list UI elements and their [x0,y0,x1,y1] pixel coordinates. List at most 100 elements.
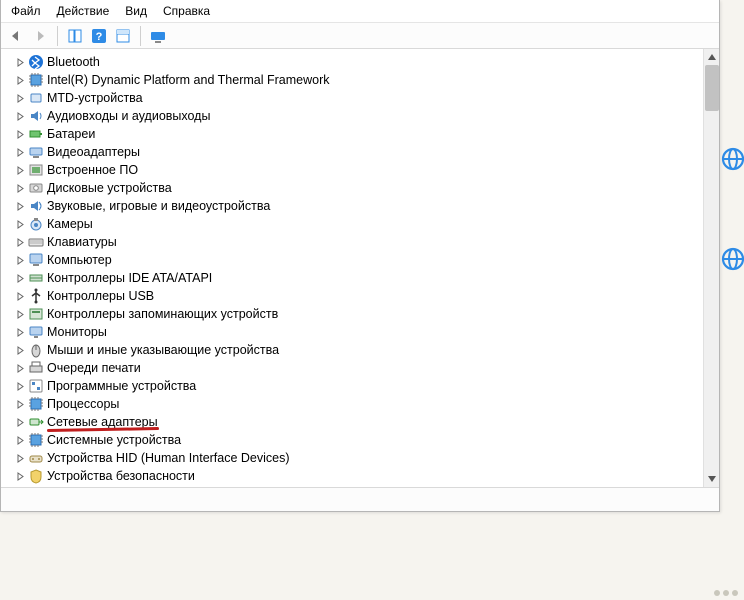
vertical-scrollbar[interactable] [703,49,719,487]
expand-chevron-icon[interactable] [15,359,25,377]
expand-chevron-icon[interactable] [15,395,25,413]
forward-button[interactable] [29,25,51,47]
bluetooth-icon [28,54,44,70]
tree-node[interactable]: Мыши и иные указывающие устройства [1,341,703,359]
tree-node-label: Устройства HID (Human Interface Devices) [47,451,290,465]
tree-node-label: Мыши и иные указывающие устройства [47,343,279,357]
tree-node[interactable]: Хост-адаптеры запоминающих устройств [1,485,703,487]
tree-node-label: Контроллеры IDE ATA/ATAPI [47,271,212,285]
toolbar-separator [140,26,141,46]
expand-chevron-icon[interactable] [15,377,25,395]
tree-node-label: Встроенное ПО [47,163,138,177]
expand-chevron-icon[interactable] [15,341,25,359]
tree-node[interactable]: Звуковые, игровые и видеоустройства [1,197,703,215]
printqueue-icon [28,360,44,376]
battery-icon [28,126,44,142]
tree-node[interactable]: Контроллеры USB [1,287,703,305]
disk-icon [28,180,44,196]
tree-node-label: Батареи [47,127,95,141]
tree-node[interactable]: Аудиовходы и аудиовыходы [1,107,703,125]
tree-node[interactable]: MTD-устройства [1,89,703,107]
storagectrl-icon [28,306,44,322]
expand-chevron-icon[interactable] [15,107,25,125]
tree-node-label: Очереди печати [47,361,141,375]
tree-node-label: Контроллеры запоминающих устройств [47,307,278,321]
mouse-icon [28,342,44,358]
tree-node-label: Клавиатуры [47,235,117,249]
tree-node[interactable]: Программные устройства [1,377,703,395]
tree-node[interactable]: Устройства HID (Human Interface Devices) [1,449,703,467]
expand-chevron-icon[interactable] [15,125,25,143]
chip-icon [28,72,44,88]
scroll-down-arrow[interactable] [704,471,720,487]
expand-chevron-icon[interactable] [15,305,25,323]
cpu-icon [28,396,44,412]
expand-chevron-icon[interactable] [15,179,25,197]
tree-node[interactable]: Контроллеры запоминающих устройств [1,305,703,323]
tree-node[interactable]: Контроллеры IDE ATA/ATAPI [1,269,703,287]
expand-chevron-icon[interactable] [15,323,25,341]
menu-bar: Файл Действие Вид Справка [1,0,719,23]
tree-node-label: Компьютер [47,253,112,267]
tree-node[interactable]: Системные устройства [1,431,703,449]
tree-node-label: Видеоадаптеры [47,145,140,159]
expand-chevron-icon[interactable] [15,161,25,179]
toolbar-separator [57,26,58,46]
tree-node-label: MTD-устройства [47,91,143,105]
tree-node[interactable]: Дисковые устройства [1,179,703,197]
ide-icon [28,270,44,286]
tree-node-label: Аудиовходы и аудиовыходы [47,109,210,123]
expand-chevron-icon[interactable] [15,215,25,233]
tree-node[interactable]: Мониторы [1,323,703,341]
scroll-up-arrow[interactable] [704,49,720,65]
tree-node-label: Контроллеры USB [47,289,154,303]
help-button[interactable]: ? [88,25,110,47]
mtd-icon [28,90,44,106]
tree-node[interactable]: Intel(R) Dynamic Platform and Thermal Fr… [1,71,703,89]
tree-node[interactable]: Камеры [1,215,703,233]
background-globe-icon [720,246,744,272]
expand-chevron-icon[interactable] [15,413,25,431]
expand-chevron-icon[interactable] [15,287,25,305]
scroll-thumb[interactable] [705,65,719,111]
tree-node[interactable]: Компьютер [1,251,703,269]
tree-node-label: Мониторы [47,325,107,339]
expand-chevron-icon[interactable] [15,143,25,161]
computer-icon [28,252,44,268]
device-tree-container: BluetoothIntel(R) Dynamic Platform and T… [1,49,719,487]
properties-button[interactable] [112,25,134,47]
tree-node[interactable]: Процессоры [1,395,703,413]
expand-chevron-icon[interactable] [15,269,25,287]
tree-node[interactable]: Очереди печати [1,359,703,377]
expand-chevron-icon[interactable] [15,251,25,269]
background-globe-icon [720,146,744,172]
menu-help[interactable]: Справка [157,2,216,20]
usb-icon [28,288,44,304]
menu-view[interactable]: Вид [119,2,153,20]
expand-chevron-icon[interactable] [15,89,25,107]
back-button[interactable] [5,25,27,47]
scan-hardware-button[interactable] [147,25,169,47]
device-manager-window: Файл Действие Вид Справка ? BluetoothInt… [0,0,720,512]
expand-chevron-icon[interactable] [15,197,25,215]
tree-node[interactable]: Клавиатуры [1,233,703,251]
menu-file[interactable]: Файл [5,2,47,20]
expand-chevron-icon[interactable] [15,485,25,487]
expand-chevron-icon[interactable] [15,449,25,467]
show-hide-console-button[interactable] [64,25,86,47]
expand-chevron-icon[interactable] [15,431,25,449]
tree-node[interactable]: Видеоадаптеры [1,143,703,161]
tree-node[interactable]: Встроенное ПО [1,161,703,179]
security-icon [28,468,44,484]
menu-action[interactable]: Действие [51,2,116,20]
device-tree[interactable]: BluetoothIntel(R) Dynamic Platform and T… [1,49,703,487]
expand-chevron-icon[interactable] [15,467,25,485]
tree-node[interactable]: Устройства безопасности [1,467,703,485]
tree-node[interactable]: Батареи [1,125,703,143]
audio-icon [28,108,44,124]
expand-chevron-icon[interactable] [15,71,25,89]
expand-chevron-icon[interactable] [15,233,25,251]
sound-icon [28,198,44,214]
expand-chevron-icon[interactable] [15,53,25,71]
tree-node[interactable]: Bluetooth [1,53,703,71]
